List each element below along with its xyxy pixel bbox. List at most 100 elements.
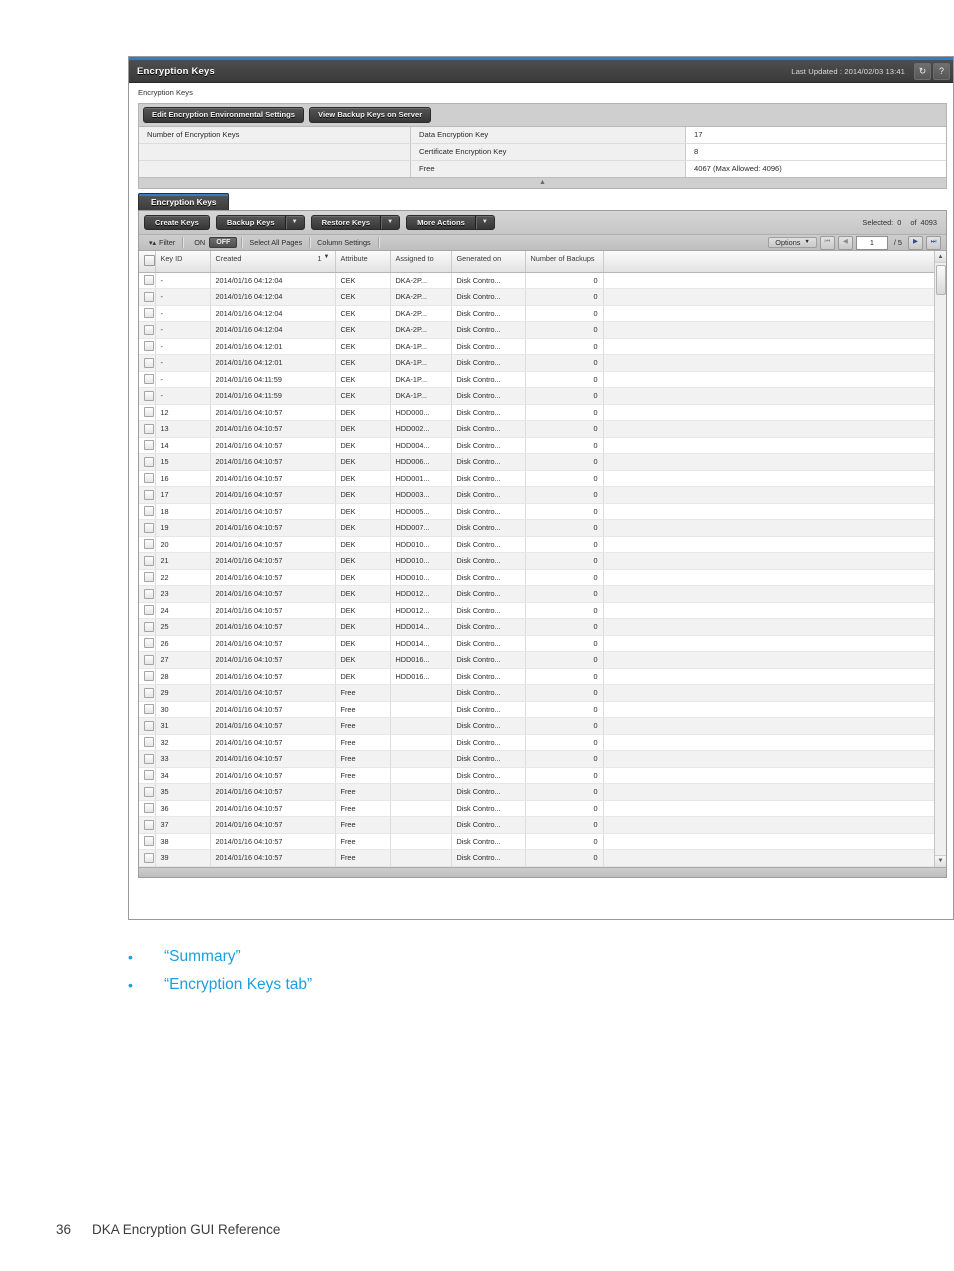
table-row[interactable]: -2014/01/16 04:11:59 CEK DKA-1P... Disk Con… xyxy=(139,371,934,389)
row-checkbox-cell[interactable] xyxy=(139,305,156,323)
row-checkbox-cell[interactable] xyxy=(139,536,156,554)
row-checkbox[interactable] xyxy=(144,720,154,731)
column-created[interactable]: ▼ 1 Created xyxy=(210,251,336,273)
first-page-icon[interactable]: ⏮ xyxy=(819,235,835,250)
filter-toggle-off[interactable]: OFF xyxy=(209,237,238,249)
row-checkbox-cell[interactable] xyxy=(139,519,156,537)
row-checkbox-cell[interactable] xyxy=(139,354,156,372)
row-checkbox[interactable] xyxy=(144,704,154,715)
last-page-icon[interactable]: ⏭ xyxy=(926,235,941,250)
table-row[interactable]: 36 2014/01/16 04:10:57 Free Disk Contro... 0 xyxy=(139,800,934,818)
column-assigned-to[interactable]: Assigned to xyxy=(390,251,452,273)
row-checkbox[interactable] xyxy=(144,770,154,781)
row-checkbox-cell[interactable] xyxy=(139,503,156,521)
table-row[interactable]: 19 2014/01/16 04:10:57 DEK HDD007... Disk Co… xyxy=(139,519,934,537)
filter-toggle-on[interactable]: ON xyxy=(190,238,209,247)
more-actions-button[interactable]: More Actions ▼ xyxy=(406,214,495,231)
row-checkbox-cell[interactable] xyxy=(139,767,156,785)
row-checkbox-cell[interactable] xyxy=(139,833,156,851)
row-checkbox-cell[interactable] xyxy=(139,783,156,801)
row-checkbox-cell[interactable] xyxy=(139,668,156,686)
row-checkbox-cell[interactable] xyxy=(139,420,156,438)
row-checkbox-cell[interactable] xyxy=(139,272,156,290)
table-row[interactable]: 25 2014/01/16 04:10:57 DEK HDD014... Disk Co… xyxy=(139,618,934,636)
row-checkbox-cell[interactable] xyxy=(139,602,156,620)
table-row[interactable]: -2014/01/16 04:12:01 CEK DKA-1P... Disk Con… xyxy=(139,338,934,356)
table-row[interactable]: 18 2014/01/16 04:10:57 DEK HDD005... Disk Co… xyxy=(139,503,934,521)
column-number-of-backups[interactable]: Number of Backups xyxy=(525,251,604,273)
scroll-down-icon[interactable]: ▼ xyxy=(935,854,946,867)
row-checkbox[interactable] xyxy=(144,440,154,451)
backup-keys-button[interactable]: Backup Keys ▼ xyxy=(215,214,305,231)
row-checkbox[interactable] xyxy=(144,555,154,566)
table-row[interactable]: 12 2014/01/16 04:10:57 DEK HDD000... Disk Co… xyxy=(139,404,934,422)
table-row[interactable]: 16 2014/01/16 04:10:57 DEK HDD001... Disk Co… xyxy=(139,470,934,488)
row-checkbox-cell[interactable] xyxy=(139,618,156,636)
row-checkbox[interactable] xyxy=(144,390,154,401)
table-row[interactable]: 13 2014/01/16 04:10:57 DEK HDD002... Disk Co… xyxy=(139,420,934,438)
table-row[interactable]: 28 2014/01/16 04:10:57 DEK HDD016... Disk Co… xyxy=(139,668,934,686)
row-checkbox[interactable] xyxy=(144,473,154,484)
select-all-pages-button[interactable]: Select All Pages xyxy=(242,236,309,249)
table-row[interactable]: -2014/01/16 04:12:04 CEK DKA-2P... Disk Con… xyxy=(139,288,934,306)
column-key-id[interactable]: Key ID xyxy=(155,251,211,273)
scrollbar-thumb[interactable] xyxy=(936,265,946,296)
table-row[interactable]: 17 2014/01/16 04:10:57 DEK HDD003... Disk Co… xyxy=(139,486,934,504)
row-checkbox[interactable] xyxy=(144,638,154,649)
table-row[interactable]: 27 2014/01/16 04:10:57 DEK HDD016... Disk Co… xyxy=(139,651,934,669)
row-checkbox-cell[interactable] xyxy=(139,800,156,818)
row-checkbox-cell[interactable] xyxy=(139,569,156,587)
filter-button[interactable]: ▾▴ Filter xyxy=(142,236,182,249)
page-number-input[interactable]: 1 xyxy=(855,235,888,250)
chevron-down-icon[interactable]: ▼ xyxy=(381,216,399,230)
row-checkbox[interactable] xyxy=(144,687,154,698)
row-checkbox[interactable] xyxy=(144,852,154,863)
row-checkbox-cell[interactable] xyxy=(139,849,156,867)
row-checkbox-cell[interactable] xyxy=(139,635,156,653)
table-row[interactable]: 35 2014/01/16 04:10:57 Free Disk Contro... 0 xyxy=(139,783,934,801)
row-checkbox[interactable] xyxy=(144,539,154,550)
row-checkbox[interactable] xyxy=(144,588,154,599)
select-all-checkbox-column[interactable] xyxy=(139,251,156,273)
row-checkbox[interactable] xyxy=(144,456,154,467)
row-checkbox[interactable] xyxy=(144,572,154,583)
row-checkbox[interactable] xyxy=(144,786,154,797)
table-row[interactable]: 34 2014/01/16 04:10:57 Free Disk Contro... 0 xyxy=(139,767,934,785)
row-checkbox-cell[interactable] xyxy=(139,338,156,356)
table-row[interactable]: 31 2014/01/16 04:10:57 Free Disk Contro... 0 xyxy=(139,717,934,735)
scrollbar-track[interactable] xyxy=(935,263,946,855)
table-row[interactable]: 37 2014/01/16 04:10:57 Free Disk Contro... 0 xyxy=(139,816,934,834)
table-row[interactable]: -2014/01/16 04:12:04 CEK DKA-2P... Disk Con… xyxy=(139,305,934,323)
table-row[interactable]: 20 2014/01/16 04:10:57 DEK HDD010... Disk Co… xyxy=(139,536,934,554)
row-checkbox[interactable] xyxy=(144,506,154,517)
table-row[interactable]: 38 2014/01/16 04:10:57 Free Disk Contro... 0 xyxy=(139,833,934,851)
table-row[interactable]: 14 2014/01/16 04:10:57 DEK HDD004... Disk Co… xyxy=(139,437,934,455)
chevron-down-icon[interactable]: ▼ xyxy=(286,216,304,230)
next-page-icon[interactable]: ▶ xyxy=(908,235,923,250)
table-row[interactable]: 23 2014/01/16 04:10:57 DEK HDD012... Disk Co… xyxy=(139,585,934,603)
row-checkbox-cell[interactable] xyxy=(139,717,156,735)
table-row[interactable]: -2014/01/16 04:12:01 CEK DKA-1P... Disk Con… xyxy=(139,354,934,372)
restore-keys-button[interactable]: Restore Keys ▼ xyxy=(310,214,401,231)
scroll-up-icon[interactable]: ▲ xyxy=(935,251,946,264)
view-backup-keys-on-server-button[interactable]: View Backup Keys on Server xyxy=(309,107,432,123)
row-checkbox-cell[interactable] xyxy=(139,701,156,719)
row-checkbox[interactable] xyxy=(144,753,154,764)
row-checkbox[interactable] xyxy=(144,605,154,616)
grid-vertical-scrollbar[interactable]: ▲ ▼ xyxy=(934,251,946,867)
prev-page-icon[interactable]: ◀ xyxy=(837,235,853,250)
row-checkbox-cell[interactable] xyxy=(139,734,156,752)
table-row[interactable]: 24 2014/01/16 04:10:57 DEK HDD012... Disk Co… xyxy=(139,602,934,620)
table-row[interactable]: 39 2014/01/16 04:10:57 Free Disk Contro... 0 xyxy=(139,849,934,867)
row-checkbox[interactable] xyxy=(144,671,154,682)
row-checkbox[interactable] xyxy=(144,374,154,385)
table-row[interactable]: -2014/01/16 04:12:04 CEK DKA-2P... Disk Con… xyxy=(139,321,934,339)
row-checkbox-cell[interactable] xyxy=(139,288,156,306)
row-checkbox[interactable] xyxy=(144,275,154,286)
row-checkbox-cell[interactable] xyxy=(139,371,156,389)
summary-collapse-toggle[interactable]: ▲ xyxy=(139,176,946,188)
tab-encryption-keys[interactable]: Encryption Keys xyxy=(138,192,230,210)
row-checkbox[interactable] xyxy=(144,803,154,814)
row-checkbox[interactable] xyxy=(144,819,154,830)
refresh-icon[interactable]: ↻ xyxy=(914,62,931,80)
